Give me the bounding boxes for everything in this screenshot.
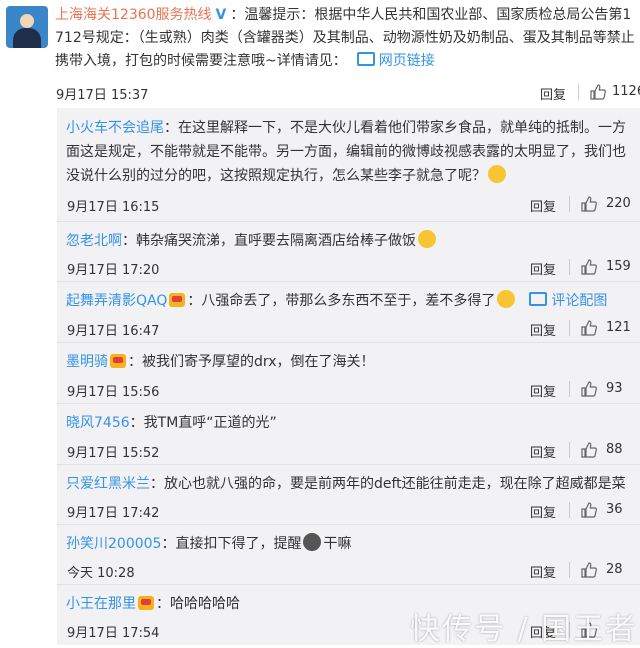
comment-text: ：直接扣下得了，提醒	[161, 536, 302, 552]
comment-like-count: 220	[606, 196, 631, 211]
comment-meta-row: 今天 10:28 回复 28	[57, 558, 640, 582]
divider	[569, 196, 570, 212]
post-time: 9月17日 15:37	[56, 88, 149, 103]
divider	[569, 442, 570, 458]
comment-like-count: 93	[606, 381, 623, 396]
post-like-count: 1126	[612, 84, 640, 99]
comment-meta-row: 9月17日 17:20 回复 159	[57, 255, 640, 279]
comment-meta-row: 9月17日 17:42 回复 36	[57, 498, 640, 522]
divider	[569, 562, 570, 578]
comment-content: 小火车不会追尾：在这里解释一下，不是大伙儿看着他们带家乡食品，就单纯的抵制。一方…	[66, 116, 631, 188]
comment-content: 忽老北啊：韩杂痛哭流涕，直呼要去隔离酒店给棒子做饭	[66, 229, 631, 253]
comment-time: 9月17日 15:56	[67, 385, 160, 400]
comment-reply-button[interactable]: 回复	[530, 259, 556, 278]
comment-like-count: 159	[606, 259, 631, 274]
comment-meta-row: 9月17日 16:15 回复 220	[57, 192, 640, 216]
thumbs-up-icon[interactable]	[581, 562, 597, 578]
divider	[578, 84, 579, 100]
divider	[569, 259, 570, 275]
post-author-link[interactable]: 上海海关12360服务热线	[55, 7, 212, 23]
comment-item: 小火车不会追尾：在这里解释一下，不是大伙儿看着他们带家乡食品，就单纯的抵制。一方…	[57, 108, 640, 222]
comment-list: 小火车不会追尾：在这里解释一下，不是大伙儿看着他们带家乡食品，就单纯的抵制。一方…	[57, 108, 640, 645]
comment-reply-button[interactable]: 回复	[530, 196, 556, 215]
comment-time: 今天 10:28	[67, 566, 135, 581]
comment-reply-button[interactable]: 回复	[530, 381, 556, 400]
comment-like-count: 28	[606, 562, 623, 577]
comment-user-link[interactable]: 墨明骑	[66, 354, 108, 370]
comment-item: 只爱红黑米兰：放心也就八强的命，要是前两年的deft还能往前走走，现在除了超威都…	[57, 464, 640, 525]
comment-time: 9月17日 15:52	[67, 446, 160, 461]
comment-item: 墨明骑 ：被我们寄予厚望的drx，倒在了海关！ 9月17日 15:56 回复 93	[57, 342, 640, 404]
thumbs-up-icon[interactable]	[581, 196, 597, 212]
ghost-emoji-icon	[303, 533, 322, 551]
post-reply-button[interactable]: 回复	[540, 84, 566, 103]
comment-image-link[interactable]: 评论配图	[551, 293, 607, 309]
web-link-icon	[356, 52, 375, 66]
comment-user-link[interactable]: 小王在那里	[66, 596, 136, 612]
comment-text-after: 干嘛	[323, 536, 352, 552]
comment-user-link[interactable]: 忽老北啊	[66, 233, 122, 249]
comment-reply-button[interactable]: 回复	[530, 320, 556, 339]
scared-emoji-icon	[488, 165, 506, 183]
member-crown-icon	[138, 596, 154, 610]
comment-text: ：韩杂痛哭流涕，直呼要去隔离酒店给棒子做饭	[122, 233, 416, 249]
thumbs-up-icon[interactable]	[581, 320, 597, 336]
post-meta-row: 9月17日 15:37 回复 1126	[0, 80, 640, 104]
comment-text: ：八强命丢了，带那么多东西不至于，差不多得了	[187, 293, 496, 309]
web-link[interactable]: 网页链接	[379, 53, 435, 69]
comment-user-link[interactable]: 晓风7456	[66, 415, 130, 431]
comment-item: 晓风7456：我TM直呼“正道的光” 9月17日 15:52 回复 88	[57, 403, 640, 465]
comment-item: 起舞弄清影QAQ ：八强命丢了，带那么多东西不至于，差不多得了 评论配图 9月17日…	[57, 281, 640, 343]
grin-emoji-icon	[418, 230, 436, 248]
thumbs-up-icon[interactable]	[590, 84, 606, 100]
comment-meta-row: 9月17日 15:52 回复 88	[57, 438, 640, 462]
comment-content: 孙笑川200005：直接扣下得了，提醒 干嘛	[66, 532, 631, 556]
comment-text: ：被我们寄予厚望的drx，倒在了海关！	[128, 354, 375, 370]
comment-user-link[interactable]: 起舞弄清影QAQ	[66, 293, 167, 309]
comment-like-count: 36	[606, 502, 623, 517]
thumbs-up-icon[interactable]	[581, 502, 597, 518]
member-crown-icon	[169, 293, 186, 307]
comment-user-link[interactable]: 孙笑川200005	[66, 536, 161, 552]
comment-item: 孙笑川200005：直接扣下得了，提醒 干嘛 今天 10:28 回复 28	[57, 524, 640, 585]
comment-like-count: 88	[606, 442, 623, 457]
comment-text: ：放心也就八强的命，要是前两年的deft还能往前走走，现在除了超威都是菜	[150, 476, 626, 492]
comment-time: 9月17日 17:20	[67, 263, 160, 278]
comment-like-count: 121	[606, 320, 631, 335]
comment-reply-button[interactable]: 回复	[530, 442, 556, 461]
divider	[569, 381, 570, 397]
comment-item: 忽老北啊：韩杂痛哭流涕，直呼要去隔离酒店给棒子做饭 9月17日 17:20 回复…	[57, 221, 640, 282]
watermark: 快传号 / 国王者	[410, 612, 638, 647]
thumbs-up-icon[interactable]	[581, 442, 597, 458]
comment-user-link[interactable]: 只爱红黑米兰	[66, 476, 150, 492]
comment-content: 只爱红黑米兰：放心也就八强的命，要是前两年的deft还能往前走走，现在除了超威都…	[66, 472, 631, 496]
author-avatar[interactable]	[6, 6, 48, 48]
comment-reply-button[interactable]: 回复	[530, 562, 556, 581]
comment-content: 墨明骑 ：被我们寄予厚望的drx，倒在了海关！	[66, 350, 631, 374]
verified-badge-icon: V	[215, 7, 227, 23]
comment-meta-row: 9月17日 16:47 回复 121	[57, 316, 640, 340]
comment-user-link[interactable]: 小火车不会追尾	[66, 120, 164, 136]
member-crown-icon	[110, 354, 126, 368]
comment-reply-button[interactable]: 回复	[530, 502, 556, 521]
comment-text: ：哈哈哈哈哈	[156, 596, 240, 612]
comment-time: 9月17日 17:54	[67, 626, 160, 641]
comment-time: 9月17日 16:47	[67, 324, 160, 339]
thumbs-up-icon[interactable]	[581, 259, 597, 275]
grin-emoji-icon	[497, 290, 516, 308]
comment-meta-row: 9月17日 15:56 回复 93	[57, 377, 640, 401]
comment-content: 起舞弄清影QAQ ：八强命丢了，带那么多东西不至于，差不多得了 评论配图	[66, 289, 631, 313]
divider	[569, 320, 570, 336]
post-content: 上海海关12360服务热线 V ：温馨提示：根据中华人民共和国农业部、国家质检总局公…	[55, 4, 635, 73]
divider	[569, 502, 570, 518]
comment-time: 9月17日 17:42	[67, 506, 160, 521]
comment-text: ：我TM直呼“正道的光”	[129, 415, 277, 431]
thumbs-up-icon[interactable]	[581, 381, 597, 397]
image-icon	[529, 292, 548, 306]
comment-content: 晓风7456：我TM直呼“正道的光”	[66, 411, 631, 435]
comment-time: 9月17日 16:15	[67, 200, 160, 215]
main-post: 上海海关12360服务热线 V ：温馨提示：根据中华人民共和国农业部、国家质检总局公…	[0, 0, 640, 108]
